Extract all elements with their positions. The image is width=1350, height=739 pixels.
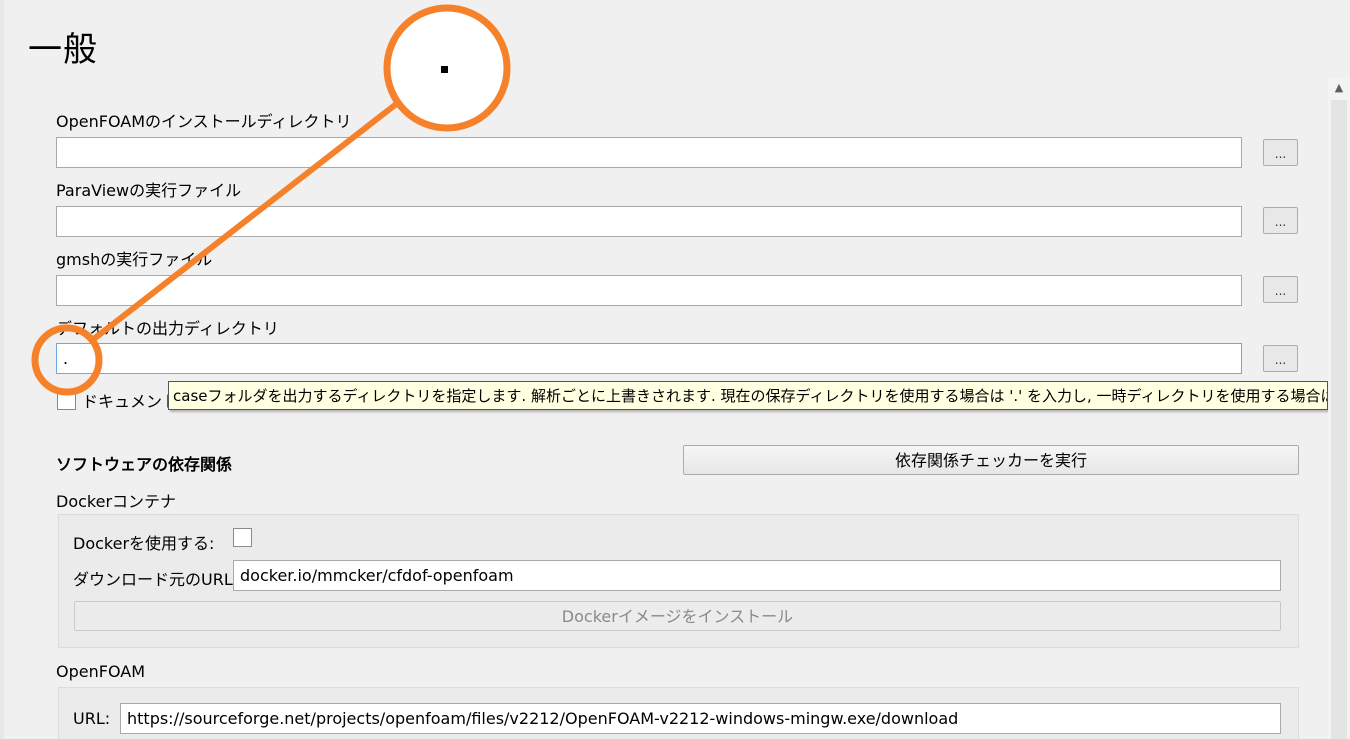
openfoam-dir-browse-button[interactable]: ... (1263, 139, 1298, 166)
use-docker-label: Dockerを使用する: (73, 534, 215, 553)
scroll-up-arrow-icon[interactable]: ▲ (1328, 78, 1350, 98)
window-left-edge (0, 0, 4, 739)
gmsh-exe-browse-button[interactable]: ... (1263, 276, 1298, 303)
output-dir-input[interactable]: . (56, 343, 1242, 374)
docs-checkbox[interactable] (57, 391, 76, 410)
output-dir-tooltip: caseフォルダを出力するディレクトリを指定します. 解析ごとに上書きされます.… (168, 381, 1328, 410)
docker-url-label: ダウンロード元のURL: (73, 570, 239, 589)
vertical-scrollbar[interactable]: ▲ (1328, 78, 1350, 739)
paraview-exe-browse-button[interactable]: ... (1263, 207, 1298, 234)
zoom-highlight-circle (383, 4, 511, 132)
openfoam-url-input[interactable]: https://sourceforge.net/projects/openfoa… (120, 703, 1281, 734)
paraview-exe-label: ParaViewの実行ファイル (56, 181, 242, 200)
gmsh-exe-input[interactable] (56, 275, 1242, 306)
paraview-exe-input[interactable] (56, 206, 1242, 237)
page-title: 一般 (28, 30, 98, 70)
docker-url-input[interactable]: docker.io/mmcker/cfdof-openfoam (233, 560, 1281, 591)
gmsh-exe-label: gmshの実行ファイル (56, 250, 213, 269)
dependencies-heading: ソフトウェアの依存関係 (56, 455, 233, 474)
docker-section-label: Dockerコンテナ (56, 492, 177, 511)
openfoam-dir-input[interactable] (56, 137, 1242, 168)
install-docker-image-button[interactable]: Dockerイメージをインストール (74, 601, 1281, 631)
openfoam-dir-label: OpenFOAMのインストールディレクトリ (56, 112, 352, 131)
scrollbar-track[interactable] (1331, 100, 1347, 739)
docs-checkbox-label: ドキュメント (82, 392, 174, 411)
output-dir-label: デフォルトの出力ディレクトリ (56, 319, 279, 338)
openfoam-url-label: URL: (73, 709, 111, 728)
output-dir-browse-button[interactable]: ... (1263, 345, 1298, 372)
run-dependency-checker-button[interactable]: 依存関係チェッカーを実行 (683, 445, 1299, 475)
use-docker-checkbox[interactable] (233, 528, 252, 547)
zoom-cursor-dot (441, 66, 448, 73)
openfoam-section-label: OpenFOAM (56, 662, 145, 681)
